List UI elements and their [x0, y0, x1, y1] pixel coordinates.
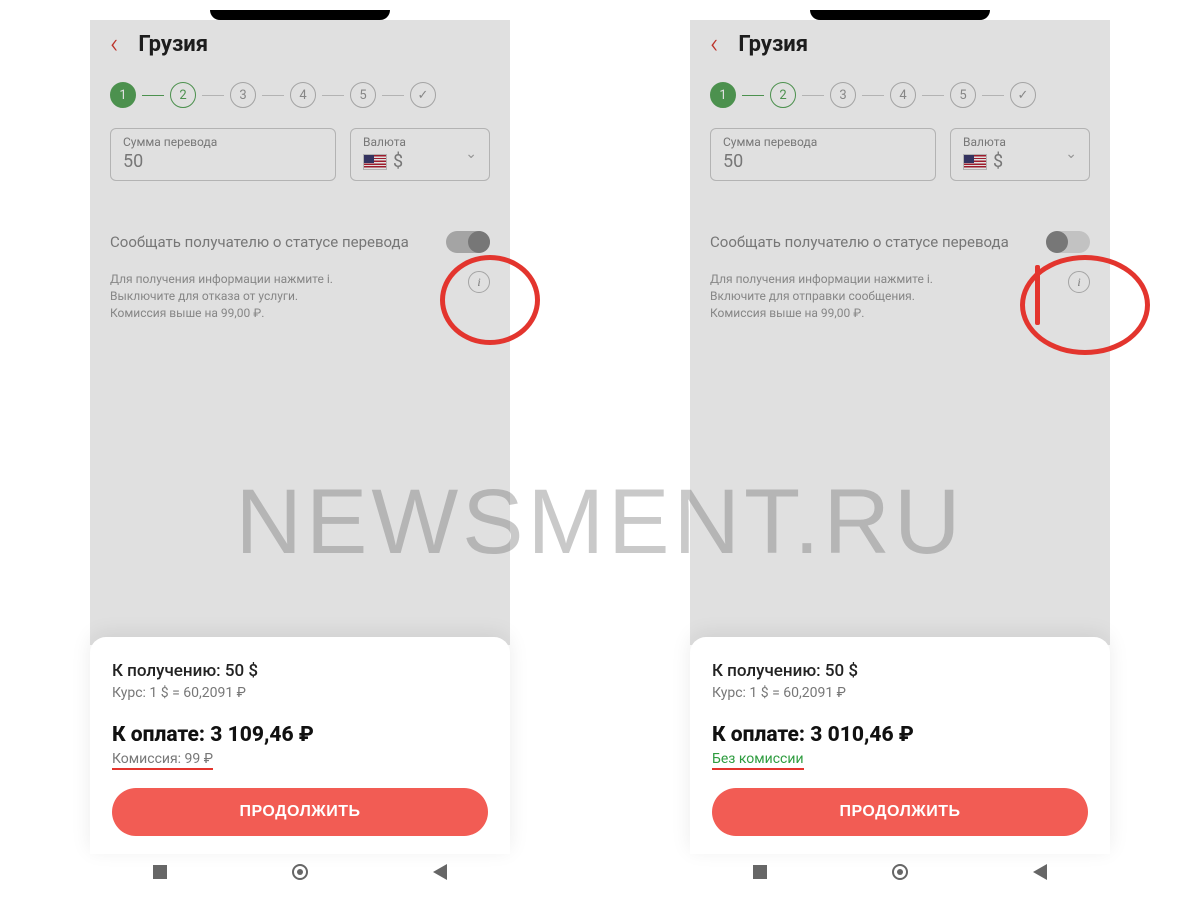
fee-text: Без комиссии [712, 751, 804, 770]
step-dash [202, 95, 224, 96]
annotation-stroke [1035, 265, 1040, 325]
continue-button[interactable]: ПРОДОЛЖИТЬ [112, 788, 488, 836]
recents-icon[interactable] [153, 865, 167, 879]
phone-left: ‹ Грузия 1 2 3 4 5 Сумма перевода 50 Вал… [90, 10, 510, 890]
amount-field[interactable]: Сумма перевода 50 [710, 128, 936, 181]
step-1: 1 [710, 82, 736, 108]
step-4: 4 [890, 82, 916, 108]
us-flag-icon [963, 154, 987, 170]
currency-field[interactable]: Валюта $ ⌄ [950, 128, 1090, 181]
step-2: 2 [170, 82, 196, 108]
fee-text: Комиссия: 99 ₽ [112, 751, 213, 770]
phone-right: ‹ Грузия 1 2 3 4 5 Сумма перевода 50 Вал… [690, 10, 1110, 890]
currency-symbol: $ [993, 151, 1003, 172]
step-1: 1 [110, 82, 136, 108]
header: ‹ Грузия [90, 20, 510, 76]
toggle-knob [1046, 231, 1068, 253]
back-nav-icon[interactable] [433, 864, 447, 880]
input-row: Сумма перевода 50 Валюта $ ⌄ [690, 128, 1110, 201]
currency-label: Валюта [963, 135, 1006, 149]
chevron-down-icon: ⌄ [465, 146, 477, 162]
android-navbar [90, 854, 510, 890]
info-text: Для получения информации нажмите i. Выкл… [110, 271, 333, 321]
exchange-rate: Курс: 1 $ = 60,2091 ₽ [712, 685, 1088, 701]
currency-symbol: $ [393, 151, 403, 172]
step-dash [382, 95, 404, 96]
step-3: 3 [830, 82, 856, 108]
step-done [410, 82, 436, 108]
amount-value: 50 [723, 151, 923, 172]
back-icon[interactable]: ‹ [110, 30, 118, 58]
us-flag-icon [363, 154, 387, 170]
phone-notch [810, 10, 990, 20]
android-navbar [690, 854, 1110, 890]
amount-label: Сумма перевода [723, 135, 923, 149]
chevron-down-icon: ⌄ [1065, 146, 1077, 162]
back-icon[interactable]: ‹ [710, 30, 718, 58]
info-text: Для получения информации нажмите i. Вклю… [710, 271, 933, 321]
amount-label: Сумма перевода [123, 135, 323, 149]
step-dash [982, 95, 1004, 96]
step-dash [802, 95, 824, 96]
recents-icon[interactable] [753, 865, 767, 879]
step-dash [742, 95, 764, 96]
total-amount: К оплате: 3 109,46 ₽ [112, 723, 488, 747]
notify-toggle-label: Сообщать получателю о статусе перевода [710, 233, 1009, 251]
step-2: 2 [770, 82, 796, 108]
notify-toggle[interactable] [446, 231, 490, 253]
fee-line: Без комиссии [712, 751, 1088, 770]
info-row: Для получения информации нажмите i. Выкл… [90, 263, 510, 321]
currency-field[interactable]: Валюта $ ⌄ [350, 128, 490, 181]
summary-sheet: К получению: 50 $ Курс: 1 $ = 60,2091 ₽ … [690, 637, 1110, 854]
total-amount: К оплате: 3 010,46 ₽ [712, 723, 1088, 747]
continue-button[interactable]: ПРОДОЛЖИТЬ [712, 788, 1088, 836]
summary-sheet: К получению: 50 $ Курс: 1 $ = 60,2091 ₽ … [90, 637, 510, 854]
exchange-rate: Курс: 1 $ = 60,2091 ₽ [112, 685, 488, 701]
back-nav-icon[interactable] [1033, 864, 1047, 880]
toggle-knob [468, 231, 490, 253]
info-icon[interactable]: i [1068, 271, 1090, 293]
step-dash [862, 95, 884, 96]
step-5: 5 [950, 82, 976, 108]
step-dash [262, 95, 284, 96]
home-icon[interactable] [292, 864, 308, 880]
step-indicator: 1 2 3 4 5 [690, 76, 1110, 128]
notify-toggle[interactable] [1046, 231, 1090, 253]
step-done [1010, 82, 1036, 108]
step-dash [922, 95, 944, 96]
step-4: 4 [290, 82, 316, 108]
receive-amount: К получению: 50 $ [112, 661, 488, 681]
step-3: 3 [230, 82, 256, 108]
input-row: Сумма перевода 50 Валюта $ ⌄ [90, 128, 510, 201]
page-title: Грузия [138, 32, 208, 57]
receive-amount: К получению: 50 $ [712, 661, 1088, 681]
fee-line: Комиссия: 99 ₽ [112, 751, 488, 770]
notify-toggle-row: Сообщать получателю о статусе перевода [690, 201, 1110, 263]
page-title: Грузия [738, 32, 808, 57]
info-row: Для получения информации нажмите i. Вклю… [690, 263, 1110, 321]
home-icon[interactable] [892, 864, 908, 880]
header: ‹ Грузия [690, 20, 1110, 76]
step-indicator: 1 2 3 4 5 [90, 76, 510, 128]
notify-toggle-row: Сообщать получателю о статусе перевода [90, 201, 510, 263]
amount-field[interactable]: Сумма перевода 50 [110, 128, 336, 181]
currency-label: Валюта [363, 135, 406, 149]
step-5: 5 [350, 82, 376, 108]
step-dash [142, 95, 164, 96]
step-dash [322, 95, 344, 96]
phone-notch [210, 10, 390, 20]
info-icon[interactable]: i [468, 271, 490, 293]
notify-toggle-label: Сообщать получателю о статусе перевода [110, 233, 409, 251]
amount-value: 50 [123, 151, 323, 172]
